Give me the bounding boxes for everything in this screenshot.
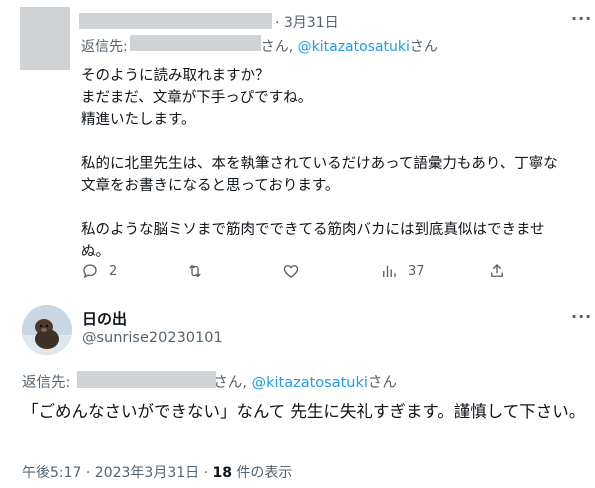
reply-prefix: 返信先: [22, 375, 71, 391]
reply-to-redacted[interactable] [130, 35, 261, 51]
views-count: 37 [408, 263, 425, 279]
tweet-text: そのように読み取れますか？ まだまだ、文章が下手っぴですね。 精進いたします。 … [81, 68, 558, 260]
retweet-icon [189, 264, 201, 278]
more-options-icon[interactable]: ··· [571, 11, 592, 27]
tweet-text: 「ごめんなさいができない」なんて 先生に失礼すぎます。謹慎して下さい。 [22, 402, 586, 421]
reply-prefix: 返信先: [81, 39, 128, 55]
reply-count: 2 [109, 263, 118, 279]
reply-suffix: さん, [260, 39, 298, 55]
reply-suffix: さん [409, 39, 438, 55]
reply-mention-link[interactable]: @kitazatosatuki [298, 39, 410, 55]
reply-button[interactable]: 2 [81, 262, 117, 280]
reply-suffix: さん [367, 375, 397, 391]
reply-to-redacted[interactable] [77, 371, 216, 388]
reply-mention-link[interactable]: @kitazatosatuki [252, 375, 368, 391]
like-button[interactable] [282, 262, 310, 280]
share-button[interactable] [488, 262, 506, 280]
reply-suffix: さん, [213, 375, 252, 391]
views-label: 件の表示 [231, 465, 293, 481]
display-name-redacted[interactable] [79, 13, 272, 29]
avatar[interactable] [22, 305, 72, 355]
views-button[interactable]: 37 [380, 262, 425, 280]
more-options-icon[interactable]: ··· [571, 309, 592, 325]
views-count: 18 [212, 465, 232, 481]
heart-icon [283, 265, 299, 278]
tweet-meta: 午後5:17 · 2023年3月31日 · 18 件の表示 [22, 462, 292, 482]
timestamp-link[interactable]: 午後5:17 · 2023年3月31日 · [22, 465, 213, 481]
user-handle[interactable]: @sunrise20230101 [82, 330, 223, 346]
reply-bubble-icon [83, 264, 97, 279]
share-upload-icon [491, 264, 503, 277]
otter-photo [22, 305, 72, 355]
retweet-button[interactable] [186, 262, 214, 280]
tweet-date[interactable]: · 3月31日 [275, 12, 339, 32]
bar-chart-icon [383, 265, 396, 277]
display-name[interactable]: 日の出 [82, 308, 127, 329]
avatar-redacted[interactable] [20, 7, 70, 70]
